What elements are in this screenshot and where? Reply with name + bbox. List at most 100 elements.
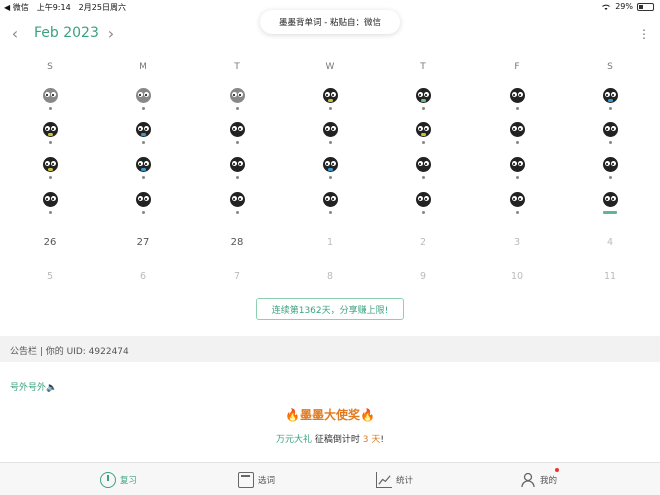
mascot-face-icon: [602, 192, 618, 207]
calendar-day[interactable]: [502, 157, 532, 179]
calendar-day[interactable]: 1: [315, 230, 345, 249]
review-dot: [608, 141, 612, 144]
calendar-day[interactable]: [408, 157, 438, 179]
calendar-day[interactable]: 6: [128, 264, 158, 283]
mascot-face-icon: [322, 192, 338, 207]
calendar-day[interactable]: [595, 157, 625, 179]
calendar-day[interactable]: [315, 122, 345, 144]
review-dot: [141, 176, 145, 179]
calendar-day[interactable]: [35, 192, 65, 214]
promo-days: 3 天: [362, 435, 381, 445]
calendar-day[interactable]: 9: [408, 264, 438, 283]
calendar-day[interactable]: [222, 157, 252, 179]
promo-end: !: [380, 435, 384, 445]
calendar-day[interactable]: [35, 88, 65, 110]
calendar-day[interactable]: [315, 157, 345, 179]
review-dot: [328, 176, 332, 179]
review-dot: [328, 141, 332, 144]
calendar-day[interactable]: [128, 122, 158, 144]
mascot-face-icon: [602, 157, 618, 172]
tab-me[interactable]: 我的: [520, 468, 560, 491]
review-dot: [141, 211, 145, 214]
mascot-face-icon: [509, 157, 525, 172]
day-number: 9: [419, 271, 427, 282]
mascot-face-icon: [415, 122, 431, 137]
review-dot: [235, 141, 239, 144]
calendar-day[interactable]: [408, 122, 438, 144]
mascot-face-icon: [415, 192, 431, 207]
calendar-day[interactable]: 2: [408, 230, 438, 249]
review-dot: [608, 107, 612, 110]
calendar-day[interactable]: 28: [222, 230, 252, 249]
calendar-day[interactable]: 8: [315, 264, 345, 283]
promo-title: 🔥墨墨大使奖🔥: [285, 408, 375, 422]
mascot-face-icon: [42, 192, 58, 207]
calendar-day[interactable]: 27: [128, 230, 158, 249]
promo-subtitle: 万元大礼 征稿倒计时 3 天!: [0, 432, 660, 445]
calendar-day[interactable]: [128, 157, 158, 179]
calendar-day[interactable]: 4: [595, 230, 625, 249]
calendar-day[interactable]: 11: [595, 264, 625, 283]
calendar-day[interactable]: 7: [222, 264, 252, 283]
mascot-face-icon: [135, 157, 151, 172]
mascot-face-icon: [322, 122, 338, 137]
calendar-day[interactable]: [35, 122, 65, 144]
review-dot: [421, 176, 425, 179]
mascot-face-icon: [229, 88, 245, 103]
user-icon: [521, 472, 535, 488]
mascot-face-icon: [42, 122, 58, 137]
day-number: 10: [510, 271, 524, 282]
calendar-day[interactable]: [502, 122, 532, 144]
calendar-day[interactable]: [595, 88, 625, 110]
mascot-face-icon: [229, 192, 245, 207]
calendar-day[interactable]: 26: [35, 230, 65, 249]
mascot-face-icon: [229, 122, 245, 137]
review-dot: [515, 141, 519, 144]
promo-countdown-label: 征稿倒计时: [312, 435, 363, 445]
mascot-face-icon: [322, 88, 338, 103]
day-number: 3: [513, 237, 521, 248]
book-icon: [238, 472, 254, 488]
day-number: 4: [606, 237, 614, 248]
calendar-day[interactable]: [408, 88, 438, 110]
review-dot: [608, 176, 612, 179]
review-dot: [515, 107, 519, 110]
calendar-day[interactable]: [502, 88, 532, 110]
tab-review[interactable]: 复习: [100, 469, 137, 491]
day-number: 28: [230, 237, 244, 248]
calendar-day[interactable]: [502, 192, 532, 214]
chart-icon: [376, 472, 392, 488]
review-dot: [328, 211, 332, 214]
tab-stats[interactable]: 统计: [376, 469, 413, 491]
calendar-day[interactable]: [35, 157, 65, 179]
calendar-day[interactable]: [222, 88, 252, 110]
review-dot: [48, 141, 52, 144]
tab-select-label: 选词: [258, 476, 276, 486]
share-streak-button[interactable]: 连续第1362天，分享赚上限!: [256, 298, 404, 320]
calendar-day[interactable]: [222, 192, 252, 214]
calendar-day[interactable]: [408, 192, 438, 214]
review-dot: [515, 176, 519, 179]
day-number: 11: [603, 271, 617, 282]
mascot-face-icon: [509, 192, 525, 207]
calendar-day[interactable]: 10: [502, 264, 532, 283]
calendar-day[interactable]: [222, 122, 252, 144]
mascot-face-icon: [322, 157, 338, 172]
today-indicator: [603, 211, 617, 214]
calendar-day[interactable]: [595, 192, 625, 214]
calendar-day[interactable]: [128, 88, 158, 110]
notice-text: 公告栏 | 你的 UID: 4922474: [10, 347, 129, 357]
day-number: 7: [233, 271, 241, 282]
calendar-day[interactable]: [595, 122, 625, 144]
tab-select-words[interactable]: 选词: [238, 469, 275, 491]
calendar-day[interactable]: 3: [502, 230, 532, 249]
calendar-day[interactable]: [315, 88, 345, 110]
mascot-face-icon: [135, 88, 151, 103]
day-number: 5: [46, 271, 54, 282]
calendar-day[interactable]: 5: [35, 264, 65, 283]
calendar-day[interactable]: [128, 192, 158, 214]
announcement-content: 号外号外🔈 🔥墨墨大使奖🔥 万元大礼 征稿倒计时 3 天!: [0, 362, 660, 462]
review-dot: [48, 211, 52, 214]
mascot-face-icon: [135, 192, 151, 207]
calendar-day[interactable]: [315, 192, 345, 214]
